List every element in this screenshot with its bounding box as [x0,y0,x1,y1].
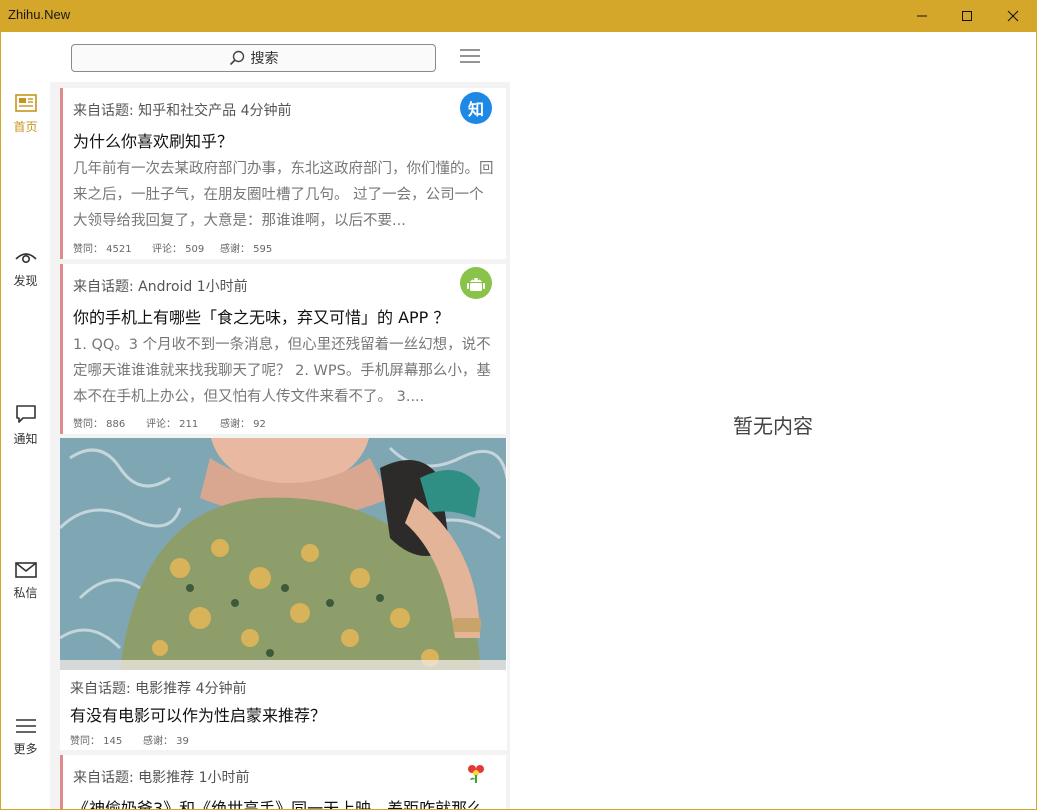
maximize-button[interactable] [944,0,990,32]
window-title: Zhihu.New [8,7,71,22]
detail-pane: 暂无内容 [510,32,1036,809]
minimize-icon [917,15,927,17]
comments-count: 评论： 509 [152,244,205,255]
search-input[interactable]: 搜索 [71,44,436,72]
left-nav: 首页 发现 通知 私信 更多 [1,32,50,809]
home-news-icon [14,94,37,112]
nav-label-messages: 私信 [13,586,38,600]
close-icon [1007,10,1019,22]
card-title[interactable]: 有没有电影可以作为性启蒙来推荐？ [70,702,326,726]
title-bar: Zhihu.New [0,0,1037,32]
likes-count: 赞同： 4521 [73,244,132,255]
card-topic[interactable]: 来自话题: Android 1小时前 [73,276,248,296]
feed-menu-button[interactable] [459,48,481,66]
flower-glyph [468,765,484,783]
nav-item-discover[interactable]: 发现 [1,250,50,289]
hamburger-icon [15,719,36,733]
nav-item-notifications[interactable]: 通知 [1,404,50,447]
card-title[interactable]: 你的手机上有哪些「食之无味，弃又可惜」的 APP ？ [73,304,449,328]
nav-item-more[interactable]: 更多 [1,718,50,757]
card-excerpt: 几年前有一次去某政府部门办事，东北这政府部门，你们懂的。回来之后，一肚子气，在朋… [73,161,494,229]
comments-count: 评论： 211 [146,419,199,430]
maximize-icon [962,11,972,21]
nav-item-home[interactable]: 首页 [1,94,50,135]
thanks-count: 感谢： 39 [143,736,189,747]
feed-card[interactable]: 来自话题: 电影推荐 4分钟前 有没有电影可以作为性启蒙来推荐？ 赞同： 145… [60,438,507,750]
zhihu-logo-icon[interactable]: 知 [460,92,492,124]
likes-count: 赞同： 145 [70,736,123,747]
poster-illustration [60,438,506,670]
feed-card[interactable]: 来自话题: 知乎和社交产品 4分钟前 知 为什么你喜欢刷知乎？ 几年前有一次去某… [60,88,506,259]
card-topic[interactable]: 来自话题: 电影推荐 4分钟前 [70,678,247,698]
card-stats: 赞同： 886 评论： 211 感谢： 92 [73,415,266,430]
minimize-button[interactable] [899,0,945,32]
card-stats: 赞同： 145 感谢： 39 [70,732,189,747]
movie-poster-woman-photo[interactable] [60,438,506,670]
close-button[interactable] [990,0,1036,32]
feed-column: 搜索 来自话题: 知乎和社交产品 4分钟前 知 为什么你喜欢刷知乎？ 几年前有一… [50,32,510,809]
card-title[interactable]: 《神偷奶爸3》和《绝世高手》同一天上映，差距咋就那么 [73,795,483,809]
nav-label-more: 更多 [13,742,38,756]
likes-count: 赞同： 886 [73,419,126,430]
empty-state-text: 暂无内容 [733,414,813,438]
thanks-count: 感谢： 595 [220,244,273,255]
feed-card[interactable]: 来自话题: 电影推荐 1小时前 《神偷奶爸3》和《绝世高手》同一天上映，差距咋就… [60,755,506,809]
hamburger-icon [460,49,480,63]
android-glyph [467,278,485,291]
card-topic[interactable]: 来自话题: 知乎和社交产品 4分钟前 [73,100,292,120]
mail-icon [14,562,37,578]
feed-card[interactable]: 来自话题: Android 1小时前 你的手机上有哪些「食之无味，弃又可惜」的 … [60,264,506,434]
nav-label-notifications: 通知 [13,432,38,446]
eye-icon [14,253,37,264]
chat-bubble-icon [15,405,36,423]
nav-item-messages[interactable]: 私信 [1,562,50,601]
nav-label-discover: 发现 [13,274,38,288]
card-topic[interactable]: 来自话题: 电影推荐 1小时前 [73,767,250,787]
card-stats: 赞同： 4521 评论： 509 感谢： 595 [73,240,272,255]
thanks-count: 感谢： 92 [220,419,266,430]
badge-text: 知 [467,100,484,119]
android-robot-icon[interactable] [460,267,492,299]
card-excerpt: 1. QQ。3 个月收不到一条消息，但心里还残留着一丝幻想，说不定哪天谁谁谁就来… [73,337,491,405]
nav-label-home: 首页 [13,120,38,134]
search-icon [229,50,244,66]
search-bar: 搜索 [50,32,510,82]
film-reel-flower-icon[interactable] [464,761,488,785]
card-title[interactable]: 为什么你喜欢刷知乎？ [73,128,233,152]
search-placeholder: 搜索 [250,51,279,67]
